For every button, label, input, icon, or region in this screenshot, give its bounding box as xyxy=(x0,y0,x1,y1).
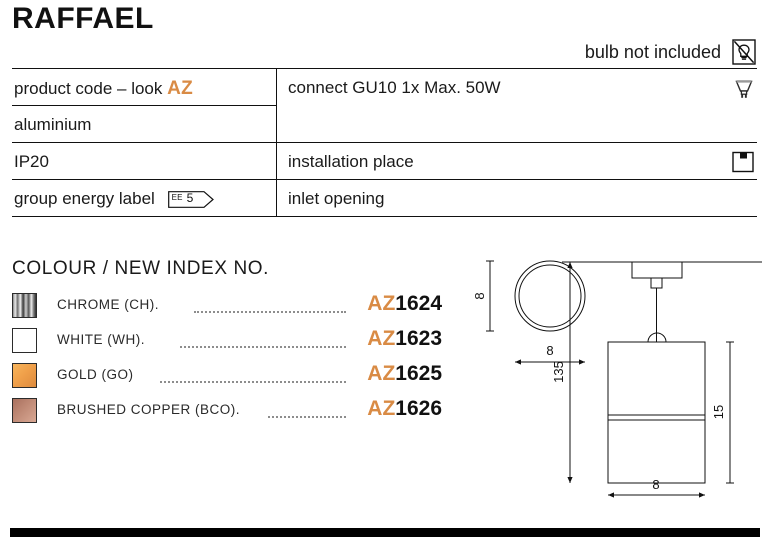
side-view-width-dim-text: 8 xyxy=(652,477,659,492)
row-installation-place-label: installation place xyxy=(288,152,414,171)
colour-name-white: WHITE (WH). xyxy=(57,332,145,347)
bulb-note-label: bulb not included xyxy=(584,42,721,62)
ceiling-canopy xyxy=(631,261,683,279)
leader-dots-copper xyxy=(268,414,346,418)
row-ip-rating: IP20 xyxy=(14,152,49,171)
table-rule-top xyxy=(12,68,757,69)
table-rule-3 xyxy=(12,179,757,180)
row-energy-label-text: group energy label xyxy=(14,189,155,208)
top-view-outer-circle xyxy=(514,260,586,332)
top-view-width-dim-text: 8 xyxy=(546,343,553,358)
footer-bar xyxy=(10,528,760,537)
white-swatch xyxy=(12,328,37,353)
row-connect-label: connect GU10 1x Max. 50W xyxy=(288,78,501,97)
table-rule-2 xyxy=(12,142,757,143)
body-split-band xyxy=(607,414,706,421)
colour-code-prefix-copper: AZ xyxy=(367,397,396,420)
body-height-dim-text: 15 xyxy=(711,405,726,419)
colour-code-prefix-gold: AZ xyxy=(367,362,396,385)
colour-list: CHROME (CH). AZ1624 WHITE (WH). AZ1623 G… xyxy=(12,290,442,430)
table-column-divider xyxy=(276,68,277,216)
leader-dots-white xyxy=(180,344,346,348)
body-upper-section xyxy=(607,341,706,416)
colour-code-number-white: 1623 xyxy=(395,327,442,350)
colour-code-gold: AZ1625 xyxy=(367,362,442,386)
colour-row-gold: GOLD (GO) AZ1625 xyxy=(12,360,442,395)
row-product-code-accent: AZ xyxy=(167,78,194,99)
colour-row-copper: BRUSHED COPPER (BCO). AZ1626 xyxy=(12,395,442,430)
body-lower-section xyxy=(607,419,706,484)
row-energy-label: group energy label EE 5 xyxy=(14,189,214,209)
colour-row-white: WHITE (WH). AZ1623 xyxy=(12,325,442,360)
table-rule-bottom xyxy=(12,216,757,217)
technical-drawing: 8 8 135 15 8 xyxy=(462,252,762,507)
row-product-code: product code – look AZ xyxy=(14,78,193,100)
table-rule-1 xyxy=(12,105,276,106)
ceiling-mount-icon xyxy=(729,148,757,181)
copper-swatch xyxy=(12,398,37,423)
row-material: aluminium xyxy=(14,115,92,134)
colour-code-white: AZ1623 xyxy=(367,327,442,351)
colour-code-number-gold: 1625 xyxy=(395,362,442,385)
gu10-lamp-icon xyxy=(731,76,757,107)
page-title: RAFFAEL xyxy=(12,2,154,35)
row-product-code-label: product code – look xyxy=(14,79,163,98)
energy-class-prefix: EE xyxy=(171,193,183,203)
energy-class-badge: EE 5 xyxy=(167,191,214,208)
gold-swatch xyxy=(12,363,37,388)
total-height-dim-text: 135 xyxy=(551,361,566,383)
colour-name-copper: BRUSHED COPPER (BCO). xyxy=(57,402,241,417)
top-view-inner-circle xyxy=(518,264,582,328)
row-inlet-opening-label: inlet opening xyxy=(288,189,385,208)
top-view-height-dim-text: 8 xyxy=(472,292,487,299)
colour-section-heading: COLOUR / NEW INDEX NO. xyxy=(12,258,270,279)
bulb-note-row: bulb not included xyxy=(12,38,757,68)
colour-code-prefix-white: AZ xyxy=(367,327,396,350)
colour-name-chrome: CHROME (CH). xyxy=(57,297,159,312)
colour-code-prefix-chrome: AZ xyxy=(367,292,396,315)
leader-dots-gold xyxy=(160,379,346,383)
energy-class-value: 5 xyxy=(186,191,194,206)
bulb-not-included-icon xyxy=(731,38,757,66)
leader-dots-chrome xyxy=(194,309,346,313)
canopy-connector xyxy=(650,277,663,289)
colour-code-chrome: AZ1624 xyxy=(367,292,442,316)
colour-row-chrome: CHROME (CH). AZ1624 xyxy=(12,290,442,325)
colour-name-gold: GOLD (GO) xyxy=(57,367,134,382)
colour-code-copper: AZ1626 xyxy=(367,397,442,421)
product-spec-sheet: RAFFAEL bulb not included product code –… xyxy=(0,0,769,557)
colour-code-number-copper: 1626 xyxy=(395,397,442,420)
chrome-swatch xyxy=(12,293,37,318)
colour-code-number-chrome: 1624 xyxy=(395,292,442,315)
